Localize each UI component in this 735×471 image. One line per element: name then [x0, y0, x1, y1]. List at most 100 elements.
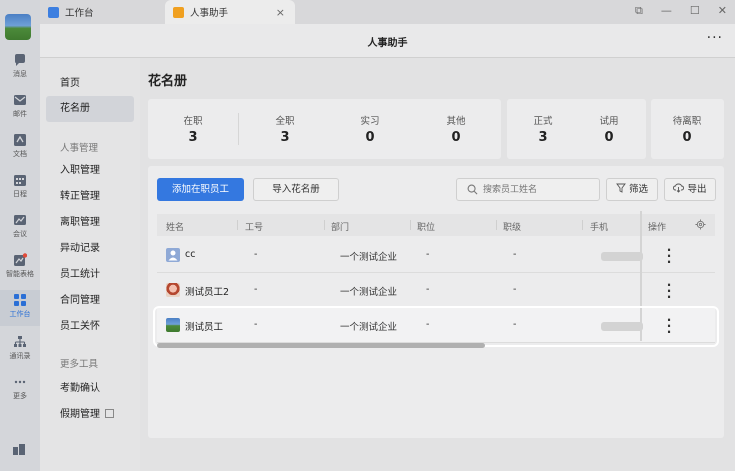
stats-card-employment: 在职 3 全职 3 实习 0 其他 0 [148, 99, 501, 159]
search-box[interactable] [456, 178, 600, 201]
rail-label: 日程 [13, 190, 27, 198]
stat-probation[interactable]: 试用 0 [579, 113, 639, 145]
divider [410, 220, 411, 230]
rail-label: 更多 [13, 392, 27, 400]
export-button[interactable]: 导出 [664, 178, 716, 201]
contacts-icon [14, 336, 26, 347]
minimize-icon[interactable]: — [661, 4, 672, 18]
rail-item-smart-table[interactable]: 智能表格 [0, 250, 40, 286]
table-row[interactable]: cc - 一个测试企业 - - · · · [157, 238, 715, 273]
stat-full-time[interactable]: 全职 3 [255, 113, 315, 145]
sidebar-item-attendance[interactable]: 考勤确认 [46, 376, 134, 402]
sidebar-item-staff-stats[interactable]: 员工统计 [46, 262, 134, 288]
rail-label: 邮件 [13, 110, 27, 118]
hr-assistant-icon [173, 6, 184, 18]
stat-in-service[interactable]: 在职 3 [163, 113, 223, 145]
divider [238, 113, 239, 145]
maximize-icon[interactable]: ☐ [690, 4, 700, 18]
more-options-icon[interactable]: ··· [707, 30, 723, 46]
sidebar-group-tools: 更多工具 [60, 359, 99, 370]
col-dept[interactable]: 部门 [331, 220, 349, 233]
filter-label: 筛选 [628, 184, 648, 195]
settings-icon[interactable] [695, 219, 706, 230]
building-icon[interactable] [12, 442, 26, 456]
user-avatar[interactable] [5, 14, 31, 40]
rail-item-more[interactable]: 更多 [0, 372, 40, 408]
roster-table-card: 添加在职员工 导入花名册 筛选 导出 姓名 工号 部门 职位 职级 手机 操作 [148, 166, 724, 438]
sidebar-item-home[interactable]: 首页 [46, 71, 134, 97]
level-cell: - [513, 249, 517, 260]
stats-card-pending: 待离职 0 [651, 99, 724, 159]
sidebar-item-label: 假期管理 [60, 409, 100, 420]
export-label: 导出 [687, 184, 707, 195]
divider [237, 220, 238, 230]
stat-other[interactable]: 其他 0 [426, 113, 486, 145]
rail-item-mail[interactable]: 邮件 [0, 90, 40, 126]
rail-label: 会议 [13, 230, 27, 238]
position-cell: - [426, 284, 430, 295]
sidebar-item-leave[interactable]: 假期管理 [46, 402, 134, 428]
rail-item-contacts[interactable]: 通讯录 [0, 332, 40, 368]
stat-pending-leave[interactable]: 待离职 0 [657, 113, 717, 145]
restore-icon[interactable]: ⧉ [635, 4, 643, 18]
col-name[interactable]: 姓名 [166, 220, 184, 233]
level-cell: - [513, 284, 517, 295]
close-icon[interactable]: × [276, 6, 285, 19]
divider [324, 220, 325, 230]
app-header: 人事助手 ··· [40, 24, 735, 58]
rail-label: 智能表格 [6, 270, 34, 278]
tab-bar: 工作台 人事助手 × ⧉ — ☐ ✕ [40, 0, 735, 24]
cloud-download-icon [673, 183, 685, 193]
sidebar-group-hr: 人事管理 [60, 143, 99, 154]
external-link-icon [105, 409, 114, 418]
sidebar-item-offboarding[interactable]: 离职管理 [46, 210, 134, 236]
sidebar-item-care[interactable]: 员工关怀 [46, 314, 134, 340]
sidebar-item-regularization[interactable]: 转正管理 [46, 184, 134, 210]
col-level[interactable]: 职级 [503, 220, 521, 233]
page-title: 花名册 [148, 74, 188, 89]
person-icon [168, 250, 178, 261]
import-roster-button[interactable]: 导入花名册 [253, 178, 339, 201]
tab-workbench[interactable]: 工作台 [48, 0, 94, 24]
rail-item-calendar[interactable]: 日程 [0, 170, 40, 206]
row-highlight-frame [153, 306, 719, 347]
sidebar-item-roster[interactable]: 花名册 [46, 96, 134, 122]
employee-name[interactable]: cc [185, 249, 195, 260]
col-position[interactable]: 职位 [417, 220, 435, 233]
rail-label: 工作台 [9, 310, 31, 318]
search-input[interactable] [483, 182, 593, 197]
smart-table-icon [14, 253, 27, 266]
tab-label: 工作台 [65, 8, 94, 19]
add-employee-button[interactable]: 添加在职员工 [157, 178, 244, 201]
rail-item-messages[interactable]: 消息 [0, 50, 40, 86]
employee-name[interactable]: 测试员工2 [185, 284, 229, 298]
col-phone[interactable]: 手机 [590, 220, 608, 233]
table-row[interactable]: 测试员工2 - 一个测试企业 - - · · · [157, 273, 715, 308]
rail-item-meeting[interactable]: 会议 [0, 210, 40, 246]
col-ops: 操作 [648, 223, 667, 233]
workbench-icon [14, 294, 26, 306]
filter-icon [616, 183, 626, 193]
horizontal-scrollbar[interactable] [157, 343, 485, 348]
sidebar-item-onboarding[interactable]: 入职管理 [46, 158, 134, 184]
calendar-icon [14, 175, 26, 186]
rail-label: 消息 [13, 70, 27, 78]
search-icon [467, 184, 478, 195]
sidebar-item-contracts[interactable]: 合同管理 [46, 288, 134, 314]
rail-label: 通讯录 [9, 352, 31, 360]
table-header: 姓名 工号 部门 职位 职级 手机 操作 [157, 214, 715, 236]
filter-button[interactable]: 筛选 [606, 178, 658, 201]
col-job-no[interactable]: 工号 [245, 220, 263, 233]
rail-item-workbench[interactable]: 工作台 [0, 290, 40, 326]
stat-regular[interactable]: 正式 3 [513, 113, 573, 145]
row-actions-icon[interactable]: · · · [665, 244, 673, 268]
stat-intern[interactable]: 实习 0 [340, 113, 400, 145]
window-close-icon[interactable]: ✕ [718, 4, 727, 18]
rail-item-docs[interactable]: 文档 [0, 130, 40, 166]
job-no-cell: - [254, 249, 258, 260]
rail-label: 文档 [13, 150, 27, 158]
tab-hr-assistant[interactable]: 人事助手 × [165, 0, 295, 24]
row-actions-icon[interactable]: · · · [665, 279, 673, 303]
job-no-cell: - [254, 284, 258, 295]
sidebar-item-change-log[interactable]: 异动记录 [46, 236, 134, 262]
